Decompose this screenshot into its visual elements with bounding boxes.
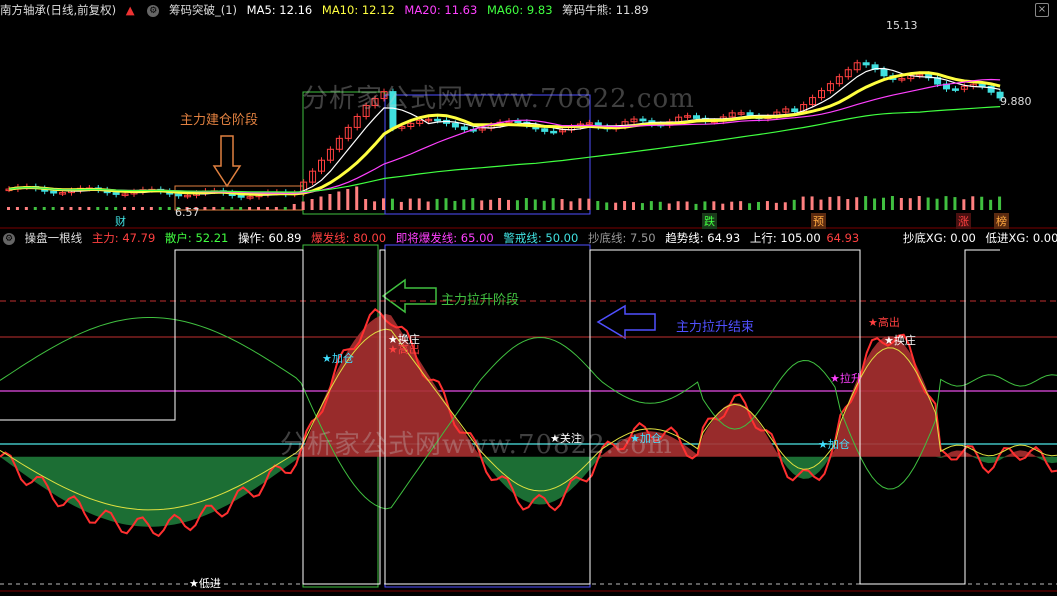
low-price-label: 6.57 bbox=[175, 206, 200, 219]
jijiang-value: 即将爆发线: 65.00 bbox=[395, 231, 494, 245]
left-arrow-annotation-blue bbox=[596, 304, 656, 340]
ma60-value: MA60: 9.83 bbox=[486, 3, 553, 17]
left-arrow-annotation-green bbox=[381, 278, 437, 314]
sub-chart-header: ⚙ 操盘一根线 主力: 47.79 散户: 52.21 操作: 60.89 爆发… bbox=[0, 229, 1057, 247]
down-arrow-annotation bbox=[212, 135, 242, 188]
ma20-value: MA20: 11.63 bbox=[404, 3, 478, 17]
signal-dijin: ★低进 bbox=[189, 577, 221, 590]
close-icon[interactable]: × bbox=[1035, 3, 1049, 17]
stock-name[interactable]: 南方轴承(日线,前复权) bbox=[0, 3, 116, 17]
tag-cai: 财 bbox=[115, 215, 126, 228]
tag-die: 跌 bbox=[702, 213, 717, 229]
rally-stage-label: 主力拉升阶段 bbox=[441, 293, 520, 308]
jingjie-value: 警戒线: 50.00 bbox=[503, 231, 579, 245]
settings-icon[interactable]: ⚙ bbox=[3, 232, 15, 245]
up-arrow-icon: ▲ bbox=[125, 3, 135, 17]
signal-gaochu-1: ★高出 bbox=[388, 343, 420, 356]
signal-huanzhuang-2: ★换庄 bbox=[884, 334, 916, 347]
sanhu-value: 散户: 52.21 bbox=[164, 231, 229, 245]
zhuli-value: 主力: 47.79 bbox=[91, 231, 156, 245]
indicator-name[interactable]: 筹码突破_(1) bbox=[169, 3, 237, 17]
shangxing-value: 上行: 105.00 bbox=[749, 231, 821, 245]
ma10-value: MA10: 12.12 bbox=[321, 3, 395, 17]
tag-zhang: 涨 bbox=[956, 213, 971, 229]
signal-gaochu-2: ★高出 bbox=[868, 316, 900, 329]
watermark-top: 分析家公式网www.70822.com bbox=[302, 84, 695, 114]
ma5-value: MA5: 12.16 bbox=[246, 3, 313, 17]
settings-icon[interactable]: ⚙ bbox=[147, 4, 160, 17]
tag-yu: 预 bbox=[811, 213, 826, 229]
extra-value: 64.93 bbox=[826, 231, 860, 245]
signal-jiacang-1: ★加仓 bbox=[322, 352, 354, 365]
chaodi-value: 抄底线: 7.50 bbox=[587, 231, 656, 245]
oscillator-panel bbox=[0, 249, 1057, 585]
signal-lasheng: ★拉升 bbox=[830, 372, 862, 385]
caozuo-value: 操作: 60.89 bbox=[238, 231, 302, 245]
chaodixg-value: 抄底XG: 0.00 bbox=[902, 231, 976, 245]
right-price-label: 9.880 bbox=[1000, 95, 1032, 108]
baofa-value: 爆发线: 80.00 bbox=[311, 231, 387, 245]
dijinxg-value: 低进XG: 0.00 bbox=[985, 231, 1057, 245]
high-price-label: 15.13 bbox=[886, 19, 918, 32]
signal-jiacang-3: ★加仓 bbox=[818, 438, 850, 451]
accumulation-stage-label: 主力建仓阶段 bbox=[180, 113, 259, 128]
watermark-bottom: 分析家公式网www.70822.com bbox=[280, 430, 673, 460]
chip-value: 筹码牛熊: 11.89 bbox=[562, 3, 649, 17]
sub-indicator-name[interactable]: 操盘一根线 bbox=[25, 231, 83, 245]
rally-end-label: 主力拉升结束 bbox=[676, 320, 755, 335]
qushi-value: 趋势线: 64.93 bbox=[665, 231, 741, 245]
main-chart-header: 南方轴承(日线,前复权) ▲ ⚙ 筹码突破_(1) MA5: 12.16 MA1… bbox=[0, 1, 655, 19]
tag-bang: 榜 bbox=[994, 213, 1009, 229]
